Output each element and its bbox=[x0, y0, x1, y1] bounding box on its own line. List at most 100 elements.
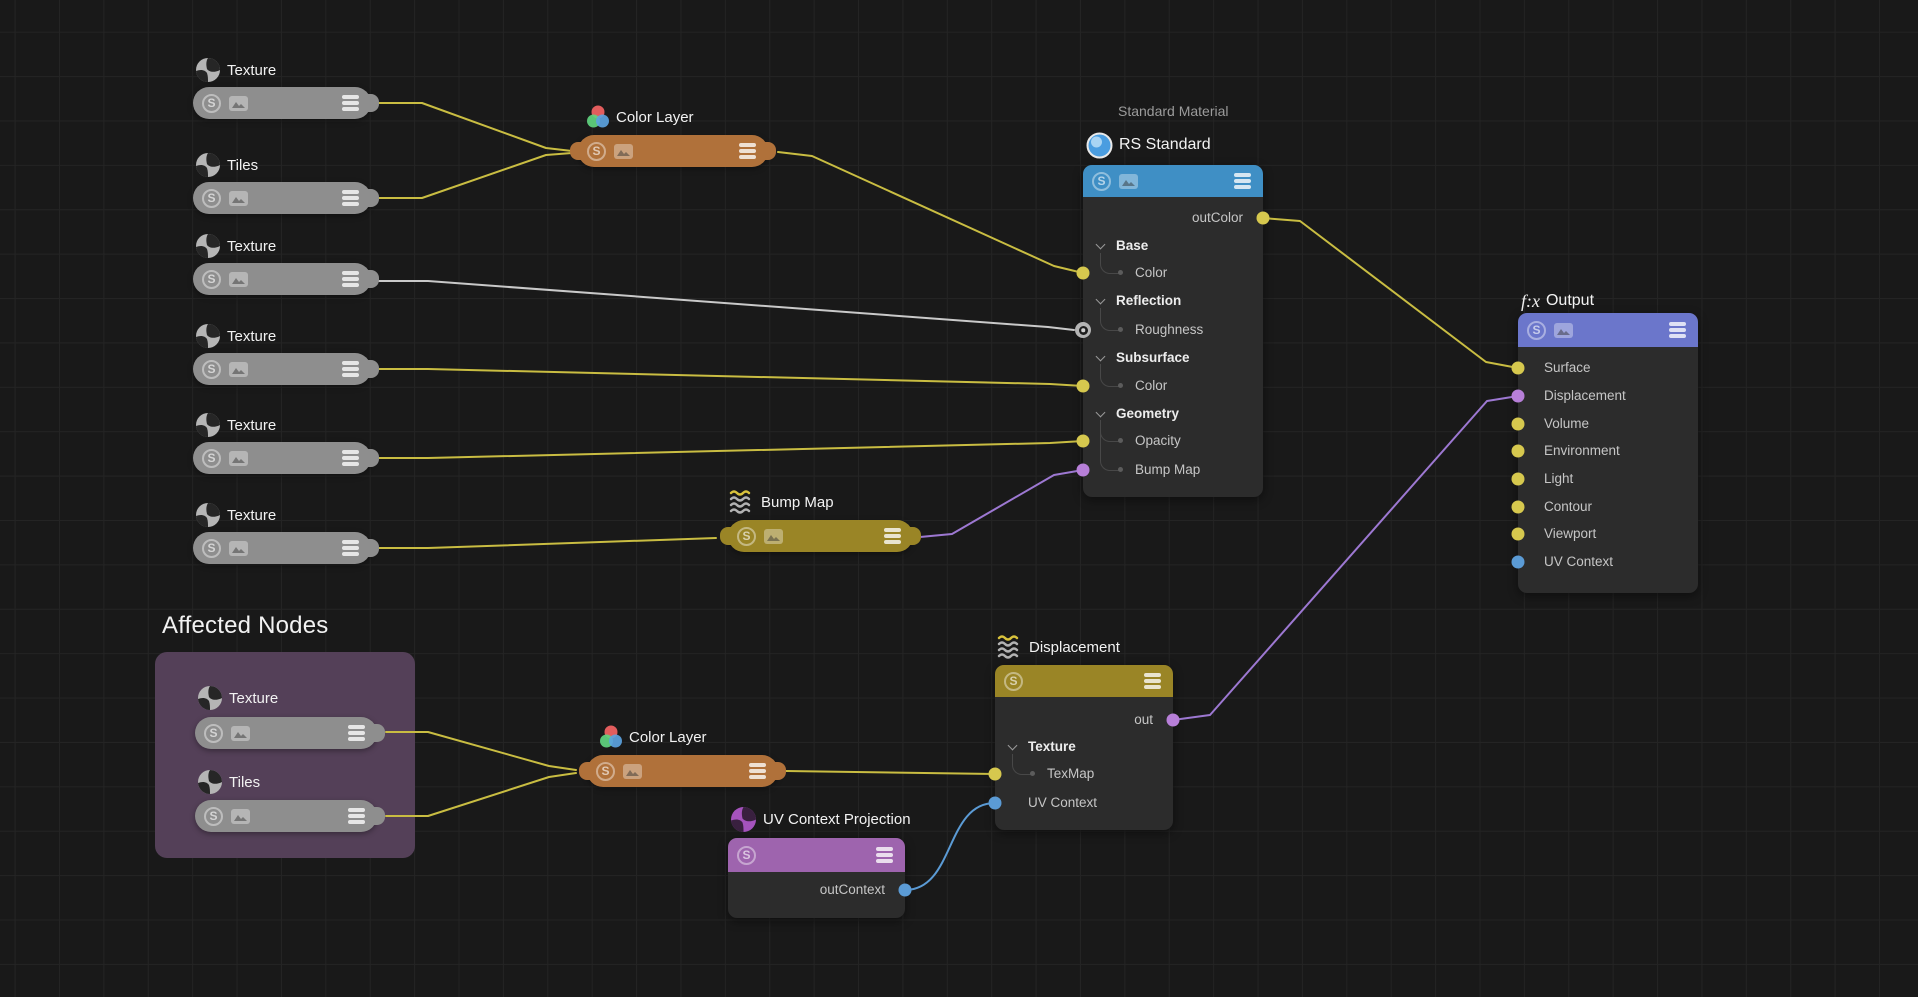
wire-texture4-opacity[interactable] bbox=[378, 441, 1083, 458]
output-tab[interactable] bbox=[771, 762, 786, 780]
node-header[interactable]: S bbox=[1083, 165, 1263, 197]
port-contour[interactable] bbox=[1512, 501, 1525, 514]
output-tab[interactable] bbox=[370, 807, 385, 825]
output-tab[interactable] bbox=[370, 724, 385, 742]
node-title-color-layer2: Color Layer bbox=[599, 723, 707, 751]
shader-badge-icon: S bbox=[202, 449, 221, 468]
port-disp-uv-context[interactable] bbox=[989, 797, 1002, 810]
output-tab[interactable] bbox=[364, 189, 379, 207]
output-tab[interactable] bbox=[364, 360, 379, 378]
menu-icon[interactable] bbox=[1234, 173, 1251, 188]
port-environment[interactable] bbox=[1512, 445, 1525, 458]
node-affected-texture[interactable]: S bbox=[195, 717, 377, 749]
menu-icon[interactable] bbox=[342, 361, 359, 376]
menu-icon[interactable] bbox=[348, 725, 365, 740]
wire-outcontext-uvcontext[interactable] bbox=[905, 803, 995, 890]
menu-icon[interactable] bbox=[1669, 322, 1686, 337]
output-tab[interactable] bbox=[761, 142, 776, 160]
port-outcolor[interactable] bbox=[1257, 212, 1270, 225]
menu-icon[interactable] bbox=[876, 847, 893, 862]
wire-texture3-subsurfacecolor[interactable] bbox=[378, 369, 1083, 386]
material-ball-icon bbox=[1086, 132, 1113, 159]
menu-icon[interactable] bbox=[342, 271, 359, 286]
input-tab[interactable] bbox=[720, 527, 735, 545]
shader-badge-icon: S bbox=[204, 807, 223, 826]
port-outcontext[interactable] bbox=[899, 884, 912, 897]
menu-icon[interactable] bbox=[1144, 673, 1161, 688]
node-header[interactable]: S bbox=[995, 665, 1173, 697]
node-graph-canvas[interactable]: Affected Nodes Texture S Tiles S bbox=[0, 0, 1918, 997]
wire-bumpmap-rsbump[interactable] bbox=[920, 470, 1083, 537]
node-color-layer1[interactable]: S bbox=[578, 135, 768, 167]
node-bump-map[interactable]: S bbox=[728, 520, 913, 552]
chevron-down-icon[interactable] bbox=[1096, 295, 1106, 305]
node-uv-projection[interactable]: S outContext bbox=[728, 838, 905, 918]
node-affected-tiles[interactable]: S bbox=[195, 800, 377, 832]
port-viewport[interactable] bbox=[1512, 528, 1525, 541]
port-disp-out[interactable] bbox=[1167, 714, 1180, 727]
uv-sphere-icon bbox=[730, 806, 757, 833]
image-icon bbox=[614, 144, 633, 159]
wire-colorlayer2-texmap[interactable] bbox=[786, 771, 995, 774]
port-subsurface-color[interactable] bbox=[1077, 380, 1090, 393]
menu-icon[interactable] bbox=[342, 540, 359, 555]
wire-outcolor-surface[interactable] bbox=[1263, 218, 1518, 368]
menu-icon[interactable] bbox=[739, 143, 756, 158]
port-volume[interactable] bbox=[1512, 418, 1525, 431]
input-tab[interactable] bbox=[579, 762, 594, 780]
chevron-down-icon[interactable] bbox=[1008, 741, 1018, 751]
menu-icon[interactable] bbox=[348, 808, 365, 823]
wire-texture2-roughness[interactable] bbox=[378, 281, 1074, 330]
chevron-down-icon[interactable] bbox=[1096, 408, 1106, 418]
chevron-down-icon[interactable] bbox=[1096, 240, 1106, 250]
output-tab[interactable] bbox=[364, 270, 379, 288]
node-texture5[interactable]: S bbox=[193, 532, 371, 564]
node-texture1[interactable]: S bbox=[193, 87, 371, 119]
port-displacement[interactable] bbox=[1512, 390, 1525, 403]
wire-affectedtexture-colorlayer2[interactable] bbox=[386, 732, 576, 770]
port-roughness[interactable] bbox=[1075, 322, 1091, 338]
menu-icon[interactable] bbox=[342, 95, 359, 110]
image-icon bbox=[231, 726, 250, 741]
node-rs-standard[interactable]: S outColor Base Color Reflection Roughne… bbox=[1083, 165, 1263, 497]
output-tab[interactable] bbox=[364, 94, 379, 112]
menu-icon[interactable] bbox=[749, 763, 766, 778]
output-tab[interactable] bbox=[364, 539, 379, 557]
wire-texture1-colorlayer1[interactable] bbox=[378, 103, 572, 151]
port-bump-map[interactable] bbox=[1077, 464, 1090, 477]
node-displacement[interactable]: S out Texture TexMap UV Context bbox=[995, 665, 1173, 830]
port-light[interactable] bbox=[1512, 473, 1525, 486]
shader-badge-icon: S bbox=[204, 724, 223, 743]
output-tab[interactable] bbox=[364, 449, 379, 467]
node-texture3[interactable]: S bbox=[193, 353, 371, 385]
node-texture2[interactable]: S bbox=[193, 263, 371, 295]
node-title-output: f:x Output bbox=[1521, 287, 1594, 315]
port-label-displacement: Displacement bbox=[1518, 382, 1698, 410]
node-header[interactable]: S bbox=[1518, 313, 1698, 347]
input-tab[interactable] bbox=[570, 142, 585, 160]
image-icon bbox=[231, 809, 250, 824]
port-opacity[interactable] bbox=[1077, 435, 1090, 448]
port-base-color[interactable] bbox=[1077, 267, 1090, 280]
menu-icon[interactable] bbox=[884, 528, 901, 543]
chevron-down-icon[interactable] bbox=[1096, 352, 1106, 362]
port-uv-context[interactable] bbox=[1512, 556, 1525, 569]
output-tab[interactable] bbox=[906, 527, 921, 545]
wire-texture5-bumpmap[interactable] bbox=[378, 538, 716, 548]
fx-icon: f:x bbox=[1521, 291, 1540, 312]
node-tiles1[interactable]: S bbox=[193, 182, 371, 214]
node-header[interactable]: S bbox=[728, 838, 905, 872]
node-supertitle-rs-standard: Standard Material bbox=[1118, 103, 1229, 119]
node-texture4[interactable]: S bbox=[193, 442, 371, 474]
wire-colorlayer1-basecolor[interactable] bbox=[778, 152, 1083, 273]
menu-icon[interactable] bbox=[342, 450, 359, 465]
menu-icon[interactable] bbox=[342, 190, 359, 205]
port-surface[interactable] bbox=[1512, 362, 1525, 375]
node-title-text: Displacement bbox=[1029, 639, 1120, 656]
node-color-layer2[interactable]: S bbox=[587, 755, 778, 787]
wire-tiles1-colorlayer1[interactable] bbox=[378, 153, 572, 198]
port-texmap[interactable] bbox=[989, 768, 1002, 781]
texture-sphere-icon bbox=[195, 152, 221, 178]
wire-affectedtiles-colorlayer2[interactable] bbox=[386, 773, 576, 816]
node-output[interactable]: S Surface Displacement Volume Environmen… bbox=[1518, 313, 1698, 593]
